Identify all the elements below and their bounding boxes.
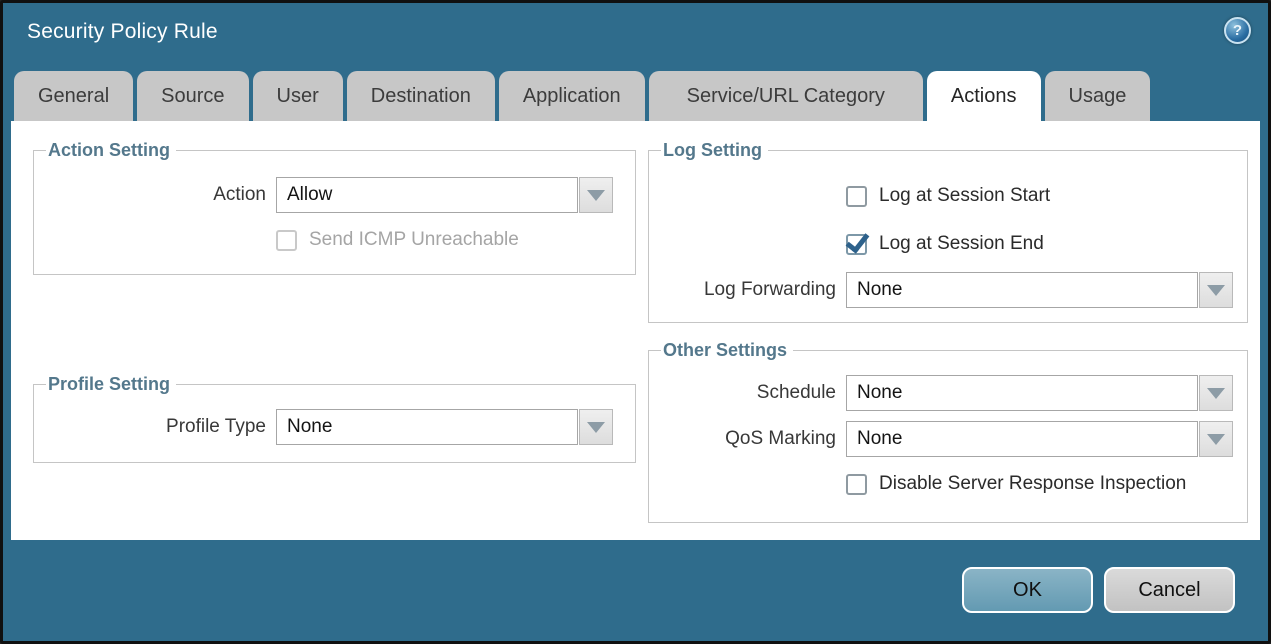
log-forwarding-label: Log Forwarding xyxy=(661,279,846,301)
help-icon[interactable]: ? xyxy=(1224,17,1251,44)
disable-server-response-inspection-label: Disable Server Response Inspection xyxy=(879,473,1186,495)
qos-marking-dropdown-button[interactable] xyxy=(1199,421,1233,457)
log-session-start-checkbox[interactable] xyxy=(846,186,867,207)
profile-type-label: Profile Type xyxy=(46,416,276,438)
tab-usage[interactable]: Usage xyxy=(1045,71,1151,121)
chevron-down-icon xyxy=(1207,285,1225,296)
action-label: Action xyxy=(46,184,276,206)
chevron-down-icon xyxy=(587,422,605,433)
action-dropdown[interactable]: Allow xyxy=(276,177,578,213)
tab-application[interactable]: Application xyxy=(499,71,645,121)
dsri-row: Disable Server Response Inspection xyxy=(661,473,1235,495)
profile-setting-group: Profile Setting Profile Type None xyxy=(33,374,636,463)
log-setting-legend: Log Setting xyxy=(661,140,768,161)
action-setting-group: Action Setting Action Allow Send ICMP Un… xyxy=(33,140,636,275)
schedule-label: Schedule xyxy=(661,382,846,404)
tab-service-url-category[interactable]: Service/URL Category xyxy=(649,71,923,121)
qos-marking-row: QoS Marking None xyxy=(661,421,1235,457)
other-settings-legend: Other Settings xyxy=(661,340,793,361)
log-setting-group: Log Setting Log at Session Start Log at … xyxy=(648,140,1248,323)
tab-general[interactable]: General xyxy=(14,71,133,121)
tab-source[interactable]: Source xyxy=(137,71,248,121)
schedule-dropdown-button[interactable] xyxy=(1199,375,1233,411)
action-setting-legend: Action Setting xyxy=(46,140,176,161)
disable-server-response-inspection-checkbox[interactable] xyxy=(846,474,867,495)
send-icmp-label: Send ICMP Unreachable xyxy=(309,229,519,251)
tab-bar: General Source User Destination Applicat… xyxy=(14,71,1257,121)
chevron-down-icon xyxy=(1207,388,1225,399)
security-policy-rule-dialog: Security Policy Rule ? General Source Us… xyxy=(0,0,1271,644)
tab-user[interactable]: User xyxy=(253,71,343,121)
tab-destination[interactable]: Destination xyxy=(347,71,495,121)
qos-marking-label: QoS Marking xyxy=(661,428,846,450)
log-session-end-checkbox[interactable] xyxy=(846,234,867,255)
actions-tab-panel: Action Setting Action Allow Send ICMP Un… xyxy=(11,121,1260,540)
log-forwarding-row: Log Forwarding None xyxy=(661,272,1235,308)
profile-type-row: Profile Type None xyxy=(46,409,623,445)
send-icmp-row: Send ICMP Unreachable xyxy=(46,229,623,251)
schedule-dropdown[interactable]: None xyxy=(846,375,1198,411)
other-settings-group: Other Settings Schedule None QoS Marking… xyxy=(648,340,1248,523)
log-session-end-row: Log at Session End xyxy=(661,233,1235,255)
cancel-button[interactable]: Cancel xyxy=(1104,567,1235,613)
profile-setting-legend: Profile Setting xyxy=(46,374,176,395)
ok-button[interactable]: OK xyxy=(962,567,1093,613)
log-session-start-row: Log at Session Start xyxy=(661,185,1235,207)
qos-marking-dropdown[interactable]: None xyxy=(846,421,1198,457)
log-forwarding-dropdown[interactable]: None xyxy=(846,272,1198,308)
send-icmp-checkbox xyxy=(276,230,297,251)
profile-type-dropdown[interactable]: None xyxy=(276,409,578,445)
action-row: Action Allow xyxy=(46,177,623,213)
chevron-down-icon xyxy=(587,190,605,201)
chevron-down-icon xyxy=(1207,434,1225,445)
tab-actions[interactable]: Actions xyxy=(927,71,1041,121)
log-session-start-label: Log at Session Start xyxy=(879,185,1050,207)
dialog-title: Security Policy Rule xyxy=(27,20,218,44)
log-forwarding-dropdown-button[interactable] xyxy=(1199,272,1233,308)
schedule-row: Schedule None xyxy=(661,375,1235,411)
log-session-end-label: Log at Session End xyxy=(879,233,1044,255)
action-dropdown-button[interactable] xyxy=(579,177,613,213)
profile-type-dropdown-button[interactable] xyxy=(579,409,613,445)
